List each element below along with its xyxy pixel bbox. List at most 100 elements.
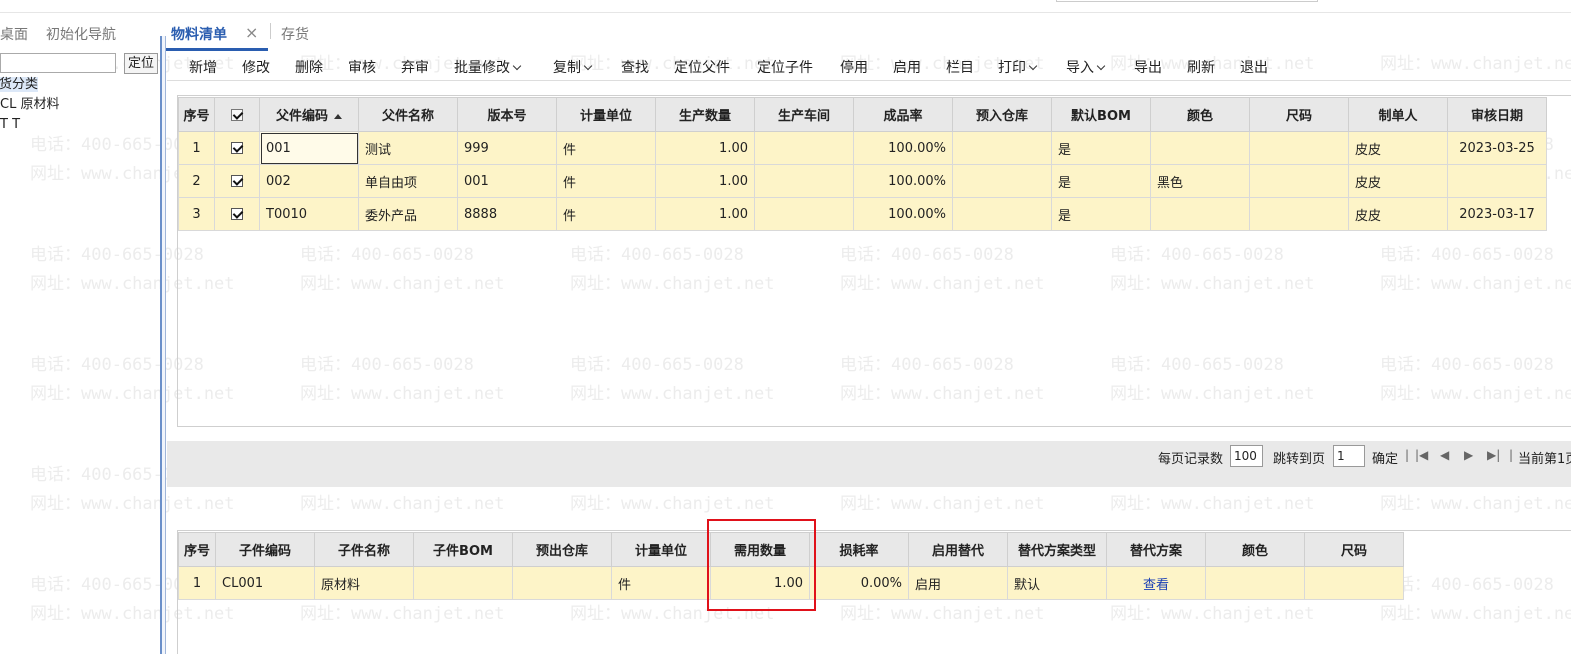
col-header-version[interactable]: 版本号 [457,97,557,132]
cell-creator[interactable]: 皮皮 [1348,131,1448,165]
col-header-creator[interactable]: 制单人 [1348,97,1448,132]
col-header-enable-substitute[interactable]: 启用替代 [908,532,1008,567]
table-row[interactable]: 3 T0010 委外产品 8888 件 1.00 100.00% 是 皮皮 20… [178,197,1547,231]
cell-warehouse[interactable] [952,164,1052,198]
print-button[interactable]: 打印 [998,57,1038,77]
cell-yield[interactable]: 100.00% [853,164,953,198]
col-header-index[interactable]: 序号 [178,532,216,567]
cell-parent-name[interactable]: 测试 [358,131,458,165]
cell-yield[interactable]: 100.00% [853,131,953,165]
col-header-substitute-plan[interactable]: 替代方案 [1106,532,1206,567]
cell-child-code[interactable]: CL001 [215,566,315,600]
col-header-parent-name[interactable]: 父件名称 [358,97,458,132]
cell-color[interactable]: 黑色 [1150,164,1250,198]
cell-unit[interactable]: 件 [611,566,711,600]
cell-select[interactable] [214,164,260,198]
tab-bom[interactable]: 物料清单 × [160,21,268,51]
cell-parent-code[interactable]: T0010 [259,197,359,231]
close-icon[interactable]: × [245,23,258,42]
cell-select[interactable] [214,197,260,231]
confirm-button[interactable]: 确定 [1372,448,1398,467]
cell-child-name[interactable]: 原材料 [314,566,414,600]
cell-parent-code[interactable]: 002 [259,164,359,198]
cell-default-bom[interactable]: 是 [1051,131,1151,165]
col-header-select[interactable] [214,97,260,132]
goto-page-input[interactable]: 1 [1333,445,1365,467]
cell-prod-qty[interactable]: 1.00 [655,131,755,165]
tab-desktop[interactable]: 桌面 [0,24,28,44]
col-header-audit-date[interactable]: 审核日期 [1447,97,1547,132]
cell-warehouse[interactable] [952,131,1052,165]
row-checkbox[interactable] [231,208,243,220]
tab-init-nav[interactable]: 初始化导航 [46,24,116,44]
col-header-warehouse[interactable]: 预入仓库 [952,97,1052,132]
import-button[interactable]: 导入 [1066,57,1106,77]
tree-item-cl[interactable]: CL 原材料 [0,97,59,112]
col-header-prod-qty[interactable]: 生产数量 [655,97,755,132]
cell-creator[interactable]: 皮皮 [1348,164,1448,198]
refresh-button[interactable]: 刷新 [1187,57,1215,77]
col-header-default-bom[interactable]: 默认BOM [1051,97,1151,132]
cell-default-bom[interactable]: 是 [1051,164,1151,198]
columns-button[interactable]: 栏目 [946,57,974,77]
cell-audit-date[interactable]: 2023-03-25 [1447,131,1547,165]
cell-unit[interactable]: 件 [556,164,656,198]
last-page-icon[interactable]: ▶| [1487,448,1500,462]
table-row[interactable]: 1 001 测试 999 件 1.00 100.00% 是 皮皮 2023-03… [178,131,1547,165]
cell-substitute-type[interactable]: 默认 [1007,566,1107,600]
cell-yield[interactable]: 100.00% [853,197,953,231]
cell-loss-rate[interactable]: 0.00% [809,566,909,600]
cell-color[interactable] [1205,566,1305,600]
audit-button[interactable]: 审核 [348,57,376,77]
col-header-loss-rate[interactable]: 损耗率 [809,532,909,567]
next-page-icon[interactable]: ▶ [1464,448,1473,462]
cell-size[interactable] [1249,197,1349,231]
exit-button[interactable]: 退出 [1240,57,1268,77]
col-header-index[interactable]: 序号 [178,97,215,132]
delete-button[interactable]: 删除 [295,57,323,77]
cell-workshop[interactable] [754,131,854,165]
row-checkbox[interactable] [231,175,243,187]
row-checkbox[interactable] [231,142,243,154]
unaudit-button[interactable]: 弃审 [401,57,429,77]
cell-parent-name[interactable]: 单自由项 [358,164,458,198]
table-row[interactable]: 2 002 单自由项 001 件 1.00 100.00% 是 黑色 皮皮 [178,164,1547,198]
cell-workshop[interactable] [754,164,854,198]
copy-button[interactable]: 复制 [553,57,593,77]
cell-workshop[interactable] [754,197,854,231]
cell-audit-date[interactable]: 2023-03-17 [1447,197,1547,231]
cell-color[interactable] [1150,197,1250,231]
find-button[interactable]: 查找 [621,57,649,77]
col-header-color[interactable]: 颜色 [1205,532,1305,567]
cell-size[interactable] [1249,131,1349,165]
edit-button[interactable]: 修改 [242,57,270,77]
cell-prod-qty[interactable]: 1.00 [655,197,755,231]
cell-parent-name[interactable]: 委外产品 [358,197,458,231]
col-header-unit[interactable]: 计量单位 [611,532,711,567]
prev-page-icon[interactable]: ◀ [1440,448,1449,462]
cell-color[interactable] [1150,131,1250,165]
col-header-parent-code[interactable]: 父件编码 [259,97,359,132]
first-page-icon[interactable]: |◀ [1415,448,1428,462]
disable-button[interactable]: 停用 [840,57,868,77]
cell-default-bom[interactable]: 是 [1051,197,1151,231]
view-substitute-link[interactable]: 查看 [1143,578,1169,593]
cell-prod-qty[interactable]: 1.00 [655,164,755,198]
col-header-size[interactable]: 尺码 [1304,532,1404,567]
col-header-unit[interactable]: 计量单位 [556,97,656,132]
col-header-child-bom[interactable]: 子件BOM [413,532,513,567]
col-header-size[interactable]: 尺码 [1249,97,1349,132]
col-header-child-code[interactable]: 子件编码 [215,532,315,567]
cell-out-warehouse[interactable] [512,566,612,600]
add-button[interactable]: 新增 [189,57,217,77]
locate-button[interactable]: 定位 [124,53,158,74]
cell-parent-code[interactable]: 001 [259,131,359,165]
batch-edit-button[interactable]: 批量修改 [454,57,522,77]
cell-unit[interactable]: 件 [556,197,656,231]
col-header-substitute-type[interactable]: 替代方案类型 [1007,532,1107,567]
panel-splitter[interactable] [160,36,166,654]
cell-size[interactable] [1304,566,1404,600]
col-header-child-name[interactable]: 子件名称 [314,532,414,567]
enable-button[interactable]: 启用 [893,57,921,77]
cell-version[interactable]: 999 [457,131,557,165]
